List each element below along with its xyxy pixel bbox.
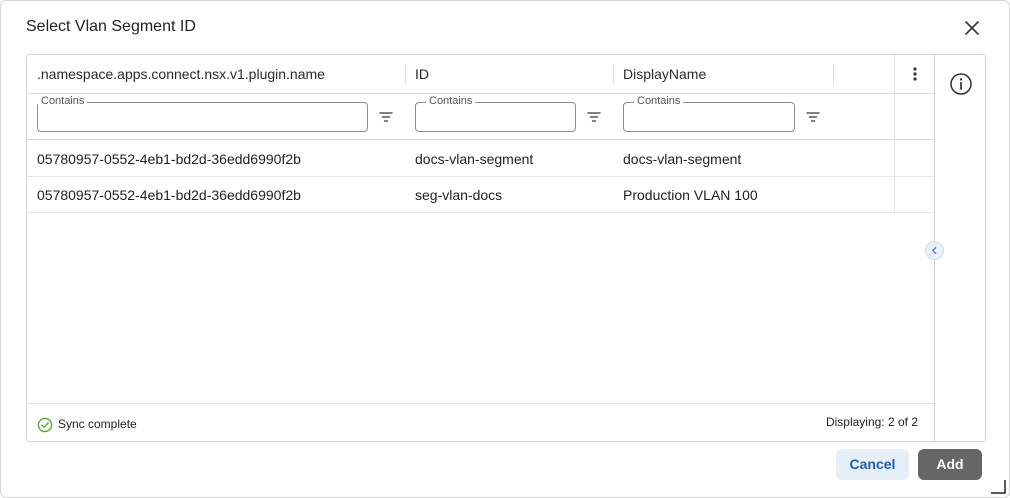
resize-handle-icon[interactable] [989, 479, 1007, 495]
close-icon[interactable] [961, 17, 983, 39]
column-header-plugin-name[interactable]: .namespace.apps.connect.nsx.v1.plugin.na… [27, 55, 405, 94]
data-grid: .namespace.apps.connect.nsx.v1.plugin.na… [26, 54, 986, 442]
sync-status: Sync complete [58, 417, 137, 431]
filter-label: Contains [634, 95, 684, 107]
cell-id: seg-vlan-docs [415, 187, 503, 203]
grid-footer: Sync complete Displaying: 2 of 2 [27, 403, 934, 441]
filter-icon[interactable] [586, 109, 602, 125]
filter-input-id[interactable] [416, 103, 575, 131]
cell-plugin-name: 05780957-0552-4eb1-bd2d-36edd6990f2b [37, 151, 301, 167]
cell-displayname: docs-vlan-segment [623, 151, 742, 167]
table-row[interactable]: 05780957-0552-4eb1-bd2d-36edd6990f2b doc… [27, 141, 934, 177]
chevron-left-icon[interactable] [925, 241, 944, 260]
column-header-id[interactable]: ID [405, 55, 613, 94]
row-count: Displaying: 2 of 2 [825, 415, 918, 429]
grid-body: .namespace.apps.connect.nsx.v1.plugin.na… [27, 55, 935, 441]
grid-header-row: .namespace.apps.connect.nsx.v1.plugin.na… [27, 55, 934, 94]
column-header-displayname[interactable]: DisplayName [613, 55, 833, 94]
filter-label: Contains [38, 95, 88, 107]
filter-row-end [894, 94, 934, 140]
filter-label: Contains [426, 95, 476, 107]
filter-icon[interactable] [805, 109, 821, 125]
cell-displayname: Production VLAN 100 [623, 187, 758, 203]
cancel-button[interactable]: Cancel [836, 449, 909, 480]
filter-input-plugin-name[interactable] [38, 103, 367, 131]
cell-id: docs-vlan-segment [415, 151, 534, 167]
select-vlan-dialog: Select Vlan Segment ID .namespace.apps.c… [0, 0, 1010, 498]
more-vertical-icon[interactable] [906, 65, 924, 83]
dialog-title: Select Vlan Segment ID [26, 18, 196, 35]
cell-plugin-name: 05780957-0552-4eb1-bd2d-36edd6990f2b [37, 187, 301, 203]
filter-input-displayname[interactable] [624, 103, 794, 131]
row-end-cell [894, 141, 934, 177]
table-row[interactable]: 05780957-0552-4eb1-bd2d-36edd6990f2b seg… [27, 177, 934, 213]
info-icon[interactable] [949, 72, 973, 96]
grid-filter-row: Contains Contains Contains [27, 94, 934, 140]
column-divider[interactable] [833, 64, 834, 84]
add-button[interactable]: Add [918, 449, 982, 480]
filter-icon[interactable] [378, 109, 394, 125]
column-menu-cell [894, 55, 934, 94]
check-circle-icon [37, 417, 53, 433]
row-end-cell [894, 177, 934, 213]
